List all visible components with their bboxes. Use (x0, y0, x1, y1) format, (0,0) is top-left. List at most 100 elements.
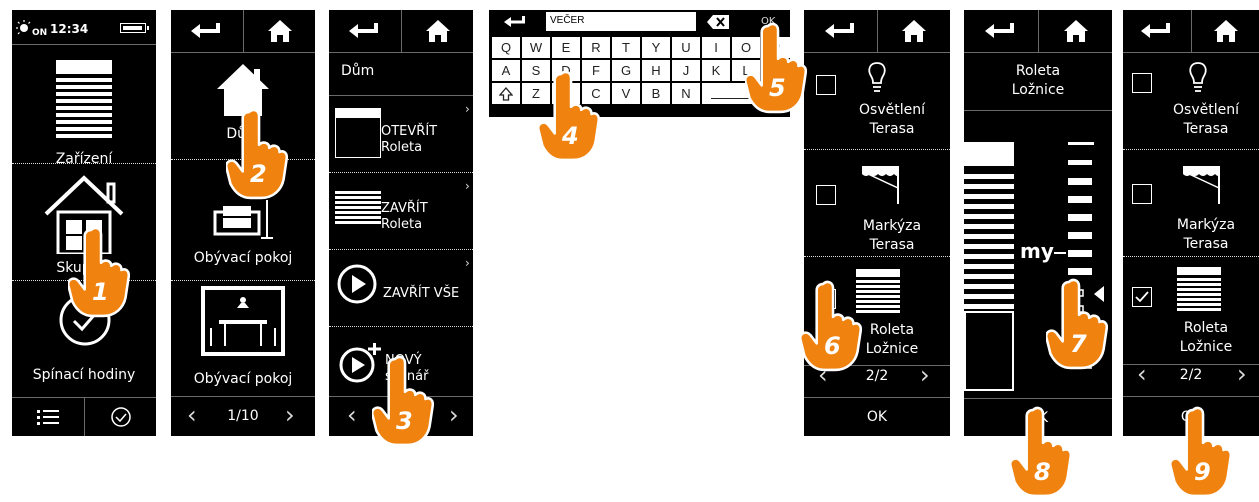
home-button[interactable] (1039, 10, 1112, 52)
step-3-hand-icon: 3 (372, 355, 434, 447)
play-icon (337, 264, 377, 308)
backspace-button[interactable] (703, 10, 733, 34)
chevron-left-icon[interactable]: ‹ (347, 403, 357, 427)
home-icon (1213, 20, 1238, 42)
ok-button[interactable]: OK (804, 398, 950, 436)
home-button[interactable] (878, 10, 950, 52)
key-n[interactable]: N (672, 83, 700, 104)
chevron-right-icon: › (465, 256, 470, 270)
key-y[interactable]: Y (642, 37, 670, 58)
scenario-item-close[interactable]: ZAVŘÍT Roleta › (329, 173, 473, 249)
device-item[interactable]: Osvětlení Terasa (1123, 53, 1259, 149)
screen-home-menu: ON 12:34 Zařízení Skupiny Spínací hodi (12, 10, 156, 436)
clock-check-icon (110, 407, 131, 427)
back-button[interactable] (171, 10, 243, 52)
key-b[interactable]: B (642, 83, 670, 104)
back-button[interactable] (804, 10, 877, 52)
back-button[interactable] (329, 10, 401, 52)
back-arrow-icon (1141, 23, 1170, 38)
step-number: 1 (92, 278, 109, 306)
back-button[interactable] (1123, 10, 1191, 52)
device-checkbox[interactable] (1132, 184, 1152, 204)
sun-status-label: ON (32, 28, 48, 38)
menu-item-devices[interactable]: Zařízení (12, 45, 156, 167)
list-icon (37, 410, 59, 425)
scenario-label: ZAVŘÍT Roleta (381, 201, 428, 232)
device-item[interactable]: Markýza Terasa (1123, 150, 1259, 256)
key-u[interactable]: U (672, 37, 700, 58)
step-number: 9 (1194, 458, 1211, 486)
step-9-hand-icon: 9 (1170, 406, 1232, 498)
list-item-label: Obývací pokoj (193, 371, 293, 387)
screen-groups: Dům Obývací pokoj Obývací pokoj ‹ 1/10 › (171, 10, 315, 436)
key-q[interactable]: Q (492, 37, 520, 58)
home-button[interactable] (244, 10, 315, 52)
light-bulb-icon (866, 61, 888, 99)
key-h[interactable]: H (642, 60, 670, 81)
chevron-right-icon[interactable]: › (920, 363, 930, 387)
device-item[interactable]: Osvětlení Terasa (804, 53, 950, 149)
key-k[interactable]: K (702, 60, 730, 81)
awning-icon (1179, 164, 1225, 208)
device-label: Osvětlení Terasa (1173, 102, 1239, 137)
back-button[interactable] (489, 10, 543, 34)
dining-room-icon (201, 286, 285, 360)
device-checkbox[interactable] (816, 75, 836, 95)
key-g[interactable]: G (612, 60, 640, 81)
step-2-hand-icon: 2 (226, 108, 288, 200)
key-i[interactable]: I (702, 37, 730, 58)
home-icon (1063, 20, 1088, 42)
screen-device-select-checked: Osvětlení Terasa Markýza Terasa Roleta L… (1123, 10, 1259, 436)
back-button[interactable] (964, 10, 1038, 52)
device-checkbox-checked[interactable] (1132, 287, 1152, 307)
chevron-right-icon: › (465, 102, 470, 116)
screen-position: Roleta Ložnice my OK (964, 10, 1112, 436)
home-button[interactable] (402, 10, 473, 52)
scenario-item-open[interactable]: OTEVŘÍT Roleta › (329, 96, 473, 172)
step-number: 3 (396, 407, 413, 435)
chevron-right-icon[interactable]: › (1237, 362, 1247, 386)
blind-preview-icon (964, 142, 1014, 392)
name-input[interactable]: VEČER (546, 12, 696, 31)
chevron-right-icon[interactable]: › (449, 403, 459, 427)
key-j[interactable]: J (672, 60, 700, 81)
key-a[interactable]: A (492, 60, 520, 81)
name-input-value: VEČER (550, 15, 585, 26)
device-item[interactable]: Markýza Terasa (804, 150, 950, 256)
home-button[interactable] (1192, 10, 1259, 52)
timer-button[interactable] (85, 398, 156, 436)
device-checkbox[interactable] (816, 185, 836, 205)
blind-open-icon (334, 107, 382, 162)
list-item[interactable]: Obývací pokoj (171, 281, 315, 396)
key-r[interactable]: R (582, 37, 610, 58)
back-arrow-icon (349, 23, 378, 38)
step-4-hand-icon: 4 (538, 70, 600, 162)
device-label: Markýza Terasa (1176, 217, 1236, 252)
back-arrow-icon (985, 23, 1014, 38)
back-arrow-icon (824, 23, 854, 38)
page-title: Roleta Ložnice (1011, 63, 1065, 98)
device-item[interactable]: Roleta Ložnice (1123, 257, 1259, 365)
back-arrow-icon (191, 23, 220, 38)
home-icon (425, 20, 450, 42)
list-view-button[interactable] (12, 398, 84, 436)
roller-blind-icon (1177, 267, 1221, 317)
key-v[interactable]: V (612, 83, 640, 104)
step-number: 7 (1070, 330, 1087, 358)
step-8-hand-icon: 8 (1010, 406, 1072, 498)
shift-key[interactable] (492, 83, 520, 104)
key-t[interactable]: T (612, 37, 640, 58)
battery-icon (120, 23, 149, 33)
roller-blind-icon (56, 60, 112, 140)
chevron-right-icon[interactable]: › (285, 403, 295, 427)
key-w[interactable]: W (522, 37, 550, 58)
roller-blind-icon (856, 269, 900, 319)
scenario-label: OTEVŘÍT Roleta (381, 124, 438, 155)
device-checkbox[interactable] (1132, 73, 1152, 93)
blind-closed-icon (335, 191, 381, 229)
back-arrow-icon (504, 16, 525, 27)
key-e[interactable]: E (552, 37, 580, 58)
home-icon (902, 20, 926, 42)
scenario-item-close-all[interactable]: ZAVŘÍT VŠE › (329, 250, 473, 326)
device-label: Roleta Ložnice (1179, 320, 1233, 355)
